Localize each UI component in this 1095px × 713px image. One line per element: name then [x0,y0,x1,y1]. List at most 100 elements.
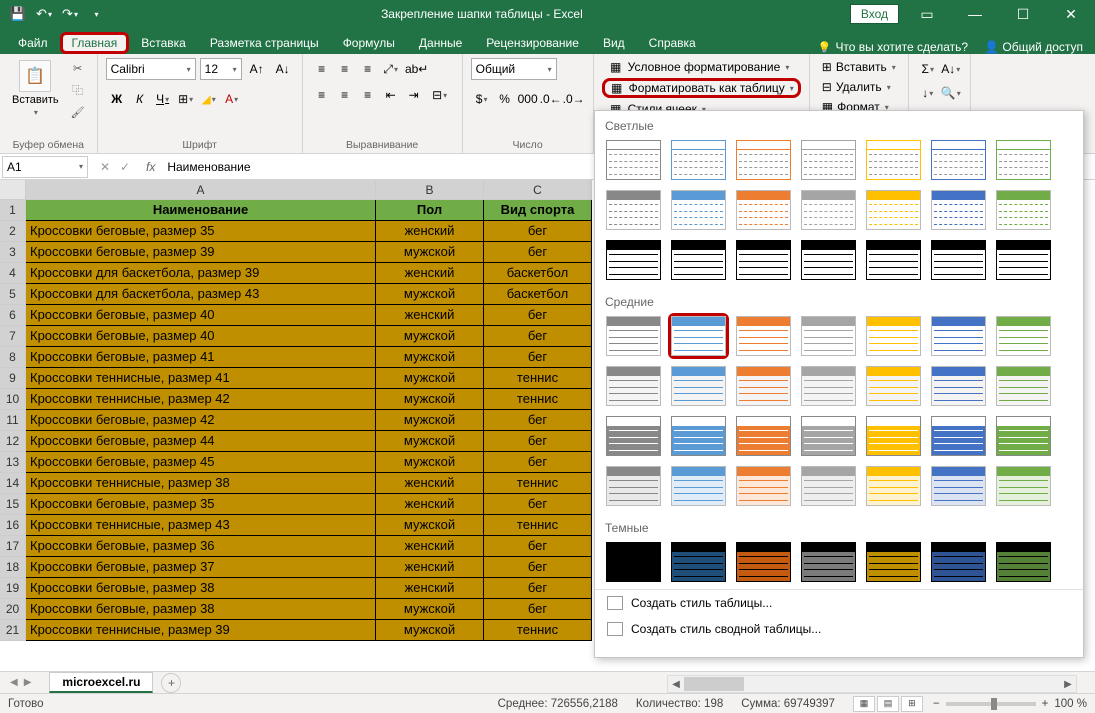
data-cell[interactable]: женский [376,578,484,599]
zoom-slider[interactable] [946,702,1036,706]
data-cell[interactable]: женский [376,557,484,578]
row-header[interactable]: 19 [0,578,26,599]
currency-button[interactable]: $▾ [471,88,493,110]
data-cell[interactable]: теннис [484,515,592,536]
align-left-button[interactable]: ≡ [311,84,333,106]
qat-customize[interactable]: ▾ [84,2,108,26]
insert-cells-button[interactable]: ⊞Вставить▾ [818,58,900,76]
table-style-option[interactable] [798,313,859,359]
autosum-button[interactable]: Σ▾ [917,58,939,80]
data-cell[interactable]: Кроссовки беговые, размер 38 [26,599,376,620]
decrease-decimal-button[interactable]: .0→ [563,88,585,110]
align-right-button[interactable]: ≡ [357,84,379,106]
table-style-option[interactable] [603,363,664,409]
data-cell[interactable]: мужской [376,368,484,389]
sheet-nav-prev[interactable]: ◀ [10,677,18,688]
data-cell[interactable]: Кроссовки беговые, размер 35 [26,494,376,515]
table-style-option[interactable] [863,137,924,183]
tab-review[interactable]: Рецензирование [474,32,591,54]
header-cell[interactable]: Вид спорта [484,200,592,221]
fill-button[interactable]: ↓▾ [917,82,939,104]
data-cell[interactable]: Кроссовки теннисные, размер 43 [26,515,376,536]
data-cell[interactable]: Кроссовки теннисные, размер 41 [26,368,376,389]
align-top-button[interactable]: ≡ [311,58,333,80]
data-cell[interactable]: бег [484,494,592,515]
table-style-option[interactable] [668,137,729,183]
table-style-option[interactable] [863,413,924,459]
horizontal-scrollbar[interactable]: ◀▶ [667,675,1077,693]
new-pivot-style-button[interactable]: Создать стиль сводной таблицы... [595,616,1083,642]
maximize-button[interactable]: ☐ [1003,0,1043,28]
column-header[interactable]: A [26,180,376,200]
data-cell[interactable]: бег [484,578,592,599]
table-style-option[interactable] [928,463,989,509]
data-cell[interactable]: Кроссовки беговые, размер 38 [26,578,376,599]
fill-color-button[interactable]: ◢▾ [198,88,220,110]
row-header[interactable]: 12 [0,431,26,452]
table-style-option[interactable] [603,413,664,459]
column-header[interactable]: C [484,180,592,200]
sheet-tab-active[interactable]: microexcel.ru [49,672,153,693]
table-style-option[interactable] [668,463,729,509]
borders-button[interactable]: ⊞▾ [175,88,197,110]
row-header[interactable]: 2 [0,221,26,242]
table-style-option[interactable] [993,463,1054,509]
data-cell[interactable]: Кроссовки теннисные, размер 38 [26,473,376,494]
data-cell[interactable]: мужской [376,410,484,431]
table-style-option[interactable] [733,363,794,409]
data-cell[interactable]: мужской [376,389,484,410]
table-style-option[interactable] [928,313,989,359]
data-cell[interactable]: женский [376,473,484,494]
row-header[interactable]: 17 [0,536,26,557]
row-header[interactable]: 8 [0,347,26,368]
conditional-formatting-button[interactable]: ▦Условное форматирование▾ [602,58,801,76]
header-cell[interactable]: Наименование [26,200,376,221]
row-header[interactable]: 13 [0,452,26,473]
table-style-option[interactable] [863,463,924,509]
tab-formulas[interactable]: Формулы [331,32,407,54]
orientation-button[interactable]: ⤢▾ [380,58,402,80]
paste-button[interactable]: 📋 Вставить ▾ [8,58,63,119]
table-style-option[interactable] [928,539,989,585]
data-cell[interactable]: бег [484,221,592,242]
tab-insert[interactable]: Вставка [129,32,198,54]
table-style-option[interactable] [733,313,794,359]
data-cell[interactable]: женский [376,221,484,242]
table-style-option[interactable] [863,539,924,585]
decrease-font-button[interactable]: A↓ [272,58,294,80]
find-button[interactable]: 🔍▾ [940,82,962,104]
table-style-option[interactable] [798,137,859,183]
sheet-nav-next[interactable]: ▶ [24,677,32,688]
table-style-option[interactable] [603,237,664,283]
data-cell[interactable]: бег [484,599,592,620]
data-cell[interactable]: бег [484,536,592,557]
table-style-option[interactable] [993,187,1054,233]
data-cell[interactable]: Кроссовки беговые, размер 35 [26,221,376,242]
row-header[interactable]: 7 [0,326,26,347]
increase-font-button[interactable]: A↑ [246,58,268,80]
tab-file[interactable]: Файл [6,32,60,54]
save-button[interactable]: 💾 [6,2,30,26]
tab-page-layout[interactable]: Разметка страницы [198,32,331,54]
data-cell[interactable]: мужской [376,347,484,368]
format-painter-button[interactable]: 🖌 [67,102,89,122]
share-button[interactable]: 👤 Общий доступ [984,40,1083,54]
format-as-table-button[interactable]: ▦Форматировать как таблицу▾ [602,78,801,98]
cut-button[interactable]: ✂ [67,58,89,78]
table-style-option[interactable] [603,539,664,585]
data-cell[interactable]: мужской [376,284,484,305]
view-normal-button[interactable]: ▦ [853,696,875,712]
tab-data[interactable]: Данные [407,32,474,54]
data-cell[interactable]: баскетбол [484,263,592,284]
table-style-option[interactable] [668,539,729,585]
data-cell[interactable]: мужской [376,431,484,452]
data-cell[interactable]: Кроссовки для баскетбола, размер 39 [26,263,376,284]
table-style-option[interactable] [668,313,729,359]
align-middle-button[interactable]: ≡ [334,58,356,80]
table-style-option[interactable] [603,463,664,509]
table-style-option[interactable] [798,363,859,409]
increase-decimal-button[interactable]: .0← [540,88,562,110]
align-center-button[interactable]: ≡ [334,84,356,106]
zoom-out-button[interactable]: − [933,698,940,710]
underline-button[interactable]: Ч▾ [152,88,174,110]
